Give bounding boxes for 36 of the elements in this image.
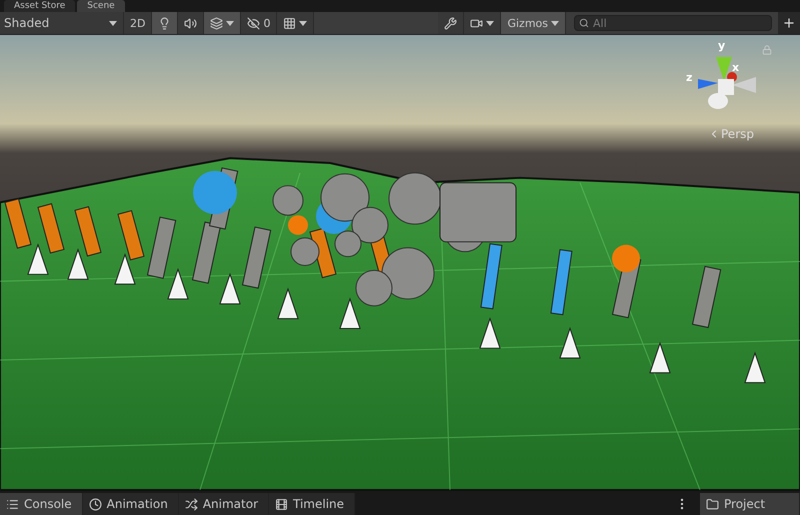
film-icon: [275, 498, 288, 510]
camera-icon: [470, 16, 484, 30]
2d-mode-toggle[interactable]: 2D: [124, 12, 152, 34]
shading-mode-dropdown[interactable]: Shaded: [0, 12, 124, 34]
search-field[interactable]: All: [574, 15, 772, 31]
search-icon: [579, 18, 589, 28]
axis-label: z: [686, 71, 692, 84]
axis-label: x: [732, 61, 740, 74]
hidden-objects-toggle[interactable]: 0: [241, 12, 278, 34]
gizmos-dropdown[interactable]: Gizmos: [501, 12, 566, 34]
speaker-icon: [184, 16, 198, 30]
grid-toggle[interactable]: [277, 12, 314, 34]
lighting-toggle[interactable]: [152, 12, 178, 34]
camera-button[interactable]: [464, 12, 502, 34]
lightbulb-icon: [158, 16, 172, 30]
list-icon: [6, 498, 19, 510]
panel-tab[interactable]: Animator: [178, 493, 269, 515]
plus-icon: [782, 16, 796, 30]
grid-icon: [283, 16, 296, 30]
editor-tab[interactable]: Scene: [77, 0, 125, 12]
wrench-icon: [444, 16, 458, 30]
audio-toggle[interactable]: [178, 12, 204, 34]
tools-button[interactable]: [438, 12, 464, 34]
clock-icon: [88, 498, 102, 510]
eye-crossed-icon: [247, 16, 260, 30]
axis-label: y: [718, 39, 726, 52]
editor-tab[interactable]: Asset Store: [4, 0, 76, 12]
layers-icon: [210, 16, 224, 30]
panel-tab[interactable]: Animation: [82, 493, 179, 515]
panel-tab[interactable]: Console: [0, 493, 83, 515]
panel-tab[interactable]: Timeline: [269, 493, 356, 515]
add-button[interactable]: [778, 12, 800, 34]
panel-tab[interactable]: Project: [700, 493, 800, 515]
branch-arrow-icon: [184, 498, 198, 510]
effects-toggle[interactable]: [204, 12, 242, 34]
folder-icon: [706, 498, 719, 510]
